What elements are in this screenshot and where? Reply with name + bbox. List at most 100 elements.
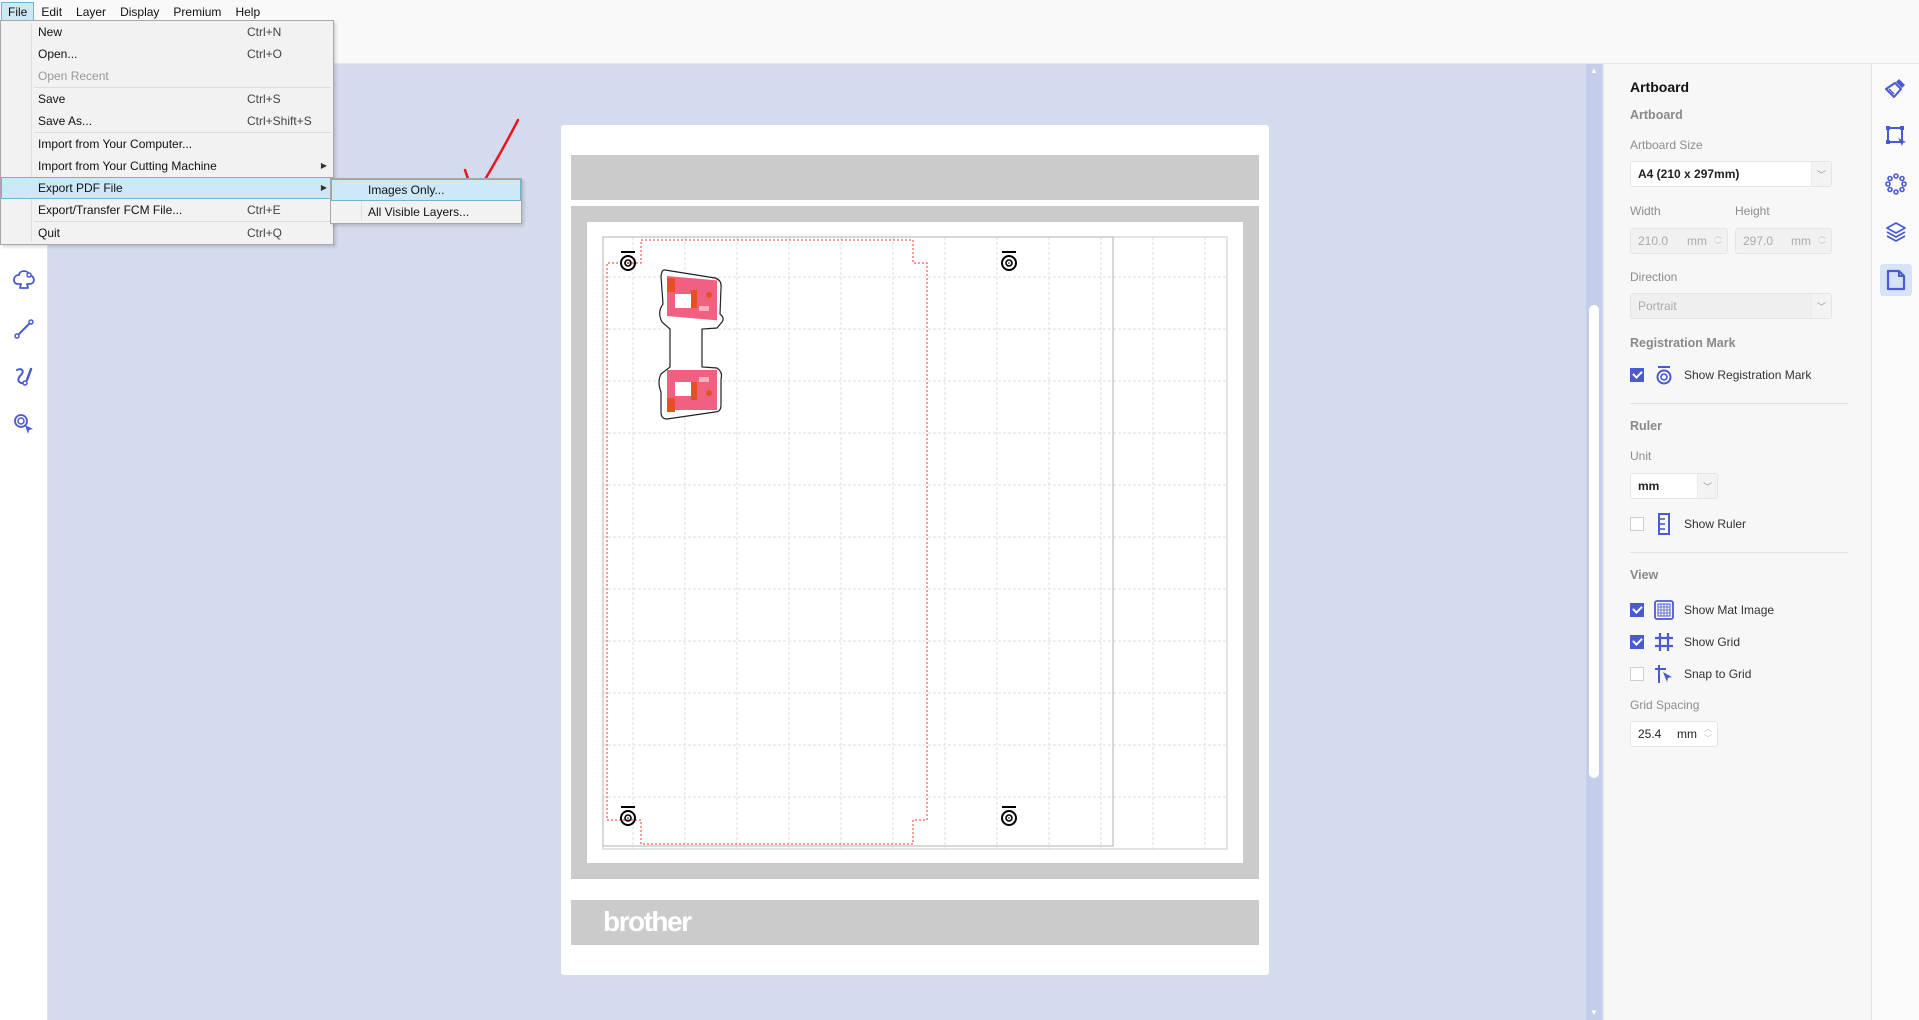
registration-mark-icon: [1656, 366, 1672, 385]
line-tool-button[interactable]: [9, 314, 39, 344]
menu-item-open-recent: Open Recent: [1, 65, 333, 87]
sewing-machine-top: [667, 275, 717, 321]
scrollbar-thumb[interactable]: [1589, 305, 1599, 778]
show-registration-row: Show Registration Mark: [1630, 364, 1811, 386]
height-spinner-icon[interactable]: ︿ ﹀: [1816, 231, 1828, 251]
brand-logo: brother: [603, 906, 692, 937]
menu-item-save-as[interactable]: Save As... Ctrl+Shift+S: [1, 110, 333, 132]
show-ruler-checkbox[interactable]: [1630, 517, 1644, 531]
snap-to-grid-row: Snap to Grid: [1630, 663, 1751, 685]
freehand-icon: [16, 367, 33, 386]
menu-item-label: New: [38, 25, 63, 39]
direction-label: Direction: [1630, 270, 1678, 284]
shortcut-label: Ctrl+N: [247, 25, 282, 39]
artboard-size-select[interactable]: A4 (210 x 297mm) ﹀: [1630, 161, 1832, 187]
transform-icon: [1886, 126, 1906, 146]
tab-arrange[interactable]: [1880, 168, 1912, 200]
printable-area-outline: [606, 239, 928, 845]
menu-display[interactable]: Display: [113, 2, 166, 21]
menu-item-new[interactable]: New Ctrl+N: [1, 21, 333, 43]
tab-edit-style[interactable]: [1880, 72, 1912, 104]
menu-item-export-fcm[interactable]: Export/Transfer FCM File... Ctrl+E: [1, 199, 333, 221]
mat-surface: [587, 222, 1243, 863]
mat-image-icon: [1654, 600, 1674, 620]
show-ruler-row: Show Ruler: [1630, 513, 1746, 535]
menu-item-label: Open...: [38, 47, 78, 61]
show-mat-image-row: Show Mat Image: [1630, 599, 1774, 621]
shortcut-label: Ctrl+Q: [247, 226, 283, 240]
menu-item-import-machine[interactable]: Import from Your Cutting Machine ▶: [1, 155, 333, 177]
grid-icon: [1655, 633, 1673, 651]
divider: [1630, 403, 1848, 404]
properties-panel: Artboard Artboard Artboard Size A4 (210 …: [1603, 64, 1871, 1020]
scroll-up-arrow-icon[interactable]: ▲: [1589, 66, 1599, 76]
width-field[interactable]: 210.0 mm ︿ ﹀: [1630, 228, 1728, 254]
section-view-heading: View: [1630, 568, 1659, 582]
menu-item-label: Export PDF File: [38, 181, 123, 195]
width-unit: mm: [1687, 234, 1707, 248]
divider: [1630, 552, 1848, 553]
layers-icon: [1886, 222, 1906, 242]
menu-layer[interactable]: Layer: [69, 2, 113, 21]
menu-premium[interactable]: Premium: [166, 2, 228, 21]
menu-edit[interactable]: Edit: [34, 2, 69, 21]
menu-item-import-computer[interactable]: Import from Your Computer...: [1, 133, 333, 155]
artboard-paper[interactable]: brother: [561, 125, 1269, 975]
show-mat-image-checkbox[interactable]: [1630, 603, 1644, 617]
grid-spacing-field[interactable]: 25.4 mm ︿ ﹀: [1630, 721, 1718, 747]
submenu-item-images-only[interactable]: Images Only...: [331, 179, 521, 201]
menu-file[interactable]: File: [1, 1, 35, 21]
submenu-item-all-visible-layers[interactable]: All Visible Layers...: [331, 201, 521, 223]
canvas-vertical-scrollbar[interactable]: ▲ ▼: [1586, 64, 1602, 1020]
height-unit: mm: [1791, 234, 1811, 248]
menu-item-label: Open Recent: [38, 69, 109, 83]
menu-item-label: Import from Your Computer...: [38, 137, 193, 151]
grid-spacing-label: Grid Spacing: [1630, 698, 1700, 712]
menu-item-label: Quit: [38, 226, 61, 240]
chevron-down-icon: ﹀: [1811, 294, 1831, 318]
unit-value: mm: [1638, 479, 1660, 493]
direction-select[interactable]: Portrait ﹀: [1630, 293, 1832, 319]
submenu-arrow-icon: ▶: [320, 183, 327, 192]
show-mat-image-label: Show Mat Image: [1684, 603, 1775, 617]
menu-item-label: Save As...: [38, 114, 93, 128]
menu-item-label: All Visible Layers...: [368, 205, 470, 219]
shape-icon: [13, 270, 35, 289]
shortcut-label: Ctrl+O: [247, 47, 283, 61]
direction-value: Portrait: [1638, 299, 1677, 313]
width-label: Width: [1630, 204, 1661, 218]
artboard-size-label: Artboard Size: [1630, 138, 1703, 152]
show-registration-checkbox[interactable]: [1630, 368, 1644, 382]
grid-spacing-spinner-icon[interactable]: ︿ ﹀: [1702, 724, 1714, 744]
grid-spacing-value: 25.4: [1638, 727, 1662, 741]
chevron-down-icon: ﹀: [1697, 474, 1717, 498]
menu-item-quit[interactable]: Quit Ctrl+Q: [1, 222, 333, 244]
shortcut-label: Ctrl+E: [247, 203, 281, 217]
scroll-down-arrow-icon[interactable]: ▼: [1589, 1008, 1599, 1018]
registration-mark-tool-button[interactable]: [9, 409, 39, 439]
sewing-machine-bottom: [667, 370, 717, 412]
height-field[interactable]: 297.0 mm ︿ ﹀: [1735, 228, 1832, 254]
section-ruler-heading: Ruler: [1630, 419, 1662, 433]
tab-artboard[interactable]: [1880, 264, 1912, 296]
menu-item-save[interactable]: Save Ctrl+S: [1, 88, 333, 110]
tab-layers[interactable]: [1880, 216, 1912, 248]
menu-item-export-pdf[interactable]: Export PDF File ▶: [1, 177, 333, 199]
menu-help[interactable]: Help: [228, 2, 267, 21]
panel-tabs-column: [1871, 64, 1919, 1020]
registration-mark-tr: [1001, 251, 1017, 271]
menu-item-open[interactable]: Open... Ctrl+O: [1, 43, 333, 65]
tab-transform[interactable]: [1880, 120, 1912, 152]
show-grid-checkbox[interactable]: [1630, 635, 1644, 649]
shape-tool-button[interactable]: [9, 265, 39, 295]
unit-select[interactable]: mm ﹀: [1630, 473, 1718, 499]
export-pdf-submenu: Images Only... All Visible Layers...: [330, 178, 522, 224]
snap-to-grid-checkbox[interactable]: [1630, 667, 1644, 681]
snap-to-grid-icon: [1655, 665, 1672, 683]
unit-label: Unit: [1630, 449, 1652, 463]
arrange-circle-icon: [1885, 173, 1907, 195]
freehand-tool-button[interactable]: [9, 361, 39, 391]
panel-title: Artboard: [1630, 79, 1690, 95]
menu-item-label: Images Only...: [368, 183, 445, 197]
width-spinner-icon[interactable]: ︿ ﹀: [1712, 231, 1724, 251]
